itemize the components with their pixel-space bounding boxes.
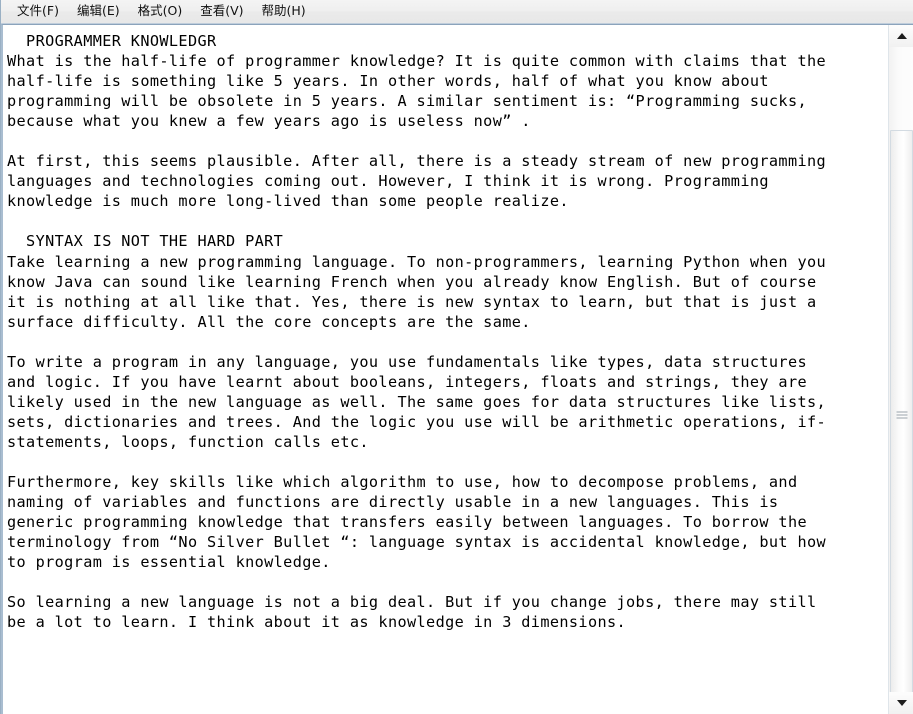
- triangle-down-icon: [896, 700, 907, 706]
- menu-item-file[interactable]: 文件(F): [8, 1, 68, 22]
- notepad-window: 文件(F) 编辑(E) 格式(O) 查看(V) 帮助(H) PROGRAMMER…: [0, 0, 913, 714]
- menu-bar: 文件(F) 编辑(E) 格式(O) 查看(V) 帮助(H): [1, 0, 913, 24]
- document-text: PROGRAMMER KNOWLEDGR What is the half-li…: [7, 32, 827, 632]
- menu-item-edit[interactable]: 编辑(E): [68, 1, 129, 22]
- text-editor-area[interactable]: PROGRAMMER KNOWLEDGR What is the half-li…: [3, 25, 888, 714]
- menu-item-view[interactable]: 查看(V): [191, 1, 252, 22]
- menu-item-format[interactable]: 格式(O): [129, 1, 192, 22]
- grip-lines-icon: [896, 411, 907, 421]
- scrollbar-thumb[interactable]: [890, 130, 913, 702]
- triangle-up-icon: [896, 33, 907, 39]
- scrollbar-track[interactable]: [889, 47, 913, 702]
- scroll-down-button[interactable]: [889, 692, 913, 714]
- scroll-up-button[interactable]: [889, 25, 913, 47]
- editor-frame: PROGRAMMER KNOWLEDGR What is the half-li…: [1, 24, 913, 714]
- vertical-scrollbar[interactable]: [888, 25, 913, 714]
- menu-item-help[interactable]: 帮助(H): [253, 1, 315, 22]
